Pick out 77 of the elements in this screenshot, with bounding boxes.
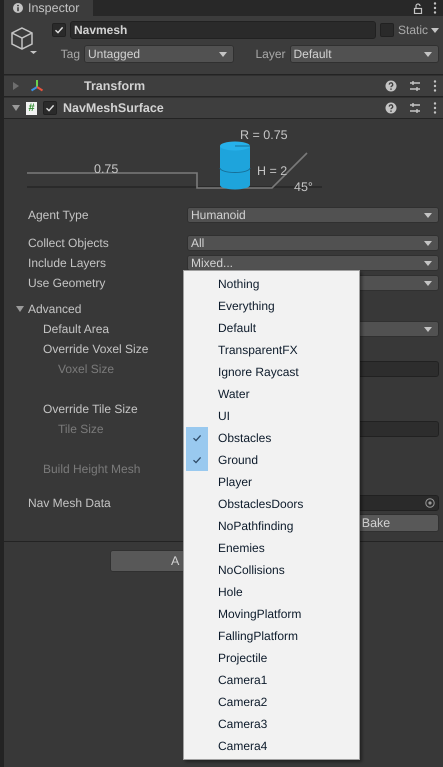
radius-label: R = 0.75 [240, 128, 288, 142]
lock-icon[interactable] [413, 2, 423, 14]
checkbox[interactable] [52, 23, 66, 37]
object-picker-icon[interactable] [425, 498, 435, 508]
axes-icon [30, 79, 44, 93]
dropdown-arrow-icon [424, 260, 432, 266]
collapse-arrow-icon[interactable] [12, 104, 20, 112]
info-icon [13, 3, 23, 13]
property-label: Override Voxel Size [43, 342, 148, 356]
property-label: Default Area [43, 322, 110, 336]
collapse-arrow-icon[interactable] [16, 305, 24, 313]
menu-item[interactable]: ObstaclesDoors [184, 493, 359, 515]
more-icon[interactable] [433, 2, 437, 14]
menu-item[interactable]: Ground [184, 449, 359, 471]
menu-item[interactable]: Camera2 [184, 691, 359, 713]
sliders-icon[interactable] [409, 102, 421, 114]
dropdown-arrow-icon [424, 326, 432, 332]
dropdown-arrow-icon [424, 240, 432, 246]
property-label: Build Height Mesh [43, 462, 140, 476]
menu-item[interactable]: Projectile [184, 647, 359, 669]
menu-item[interactable]: NoCollisions [184, 559, 359, 581]
menu-item[interactable]: Hole [184, 581, 359, 603]
name-field[interactable]: Navmesh [70, 21, 376, 39]
property-label: Override Tile Size [43, 402, 138, 416]
dropdown-arrow-icon [431, 28, 439, 32]
checkbox[interactable] [380, 23, 394, 37]
sliders-icon[interactable] [409, 80, 421, 92]
menu-item[interactable]: Enemies [184, 537, 359, 559]
tag-label: Tag [60, 47, 80, 61]
component-title: Transform [84, 79, 146, 93]
menu-item[interactable]: Camera3 [184, 713, 359, 735]
help-icon[interactable] [385, 80, 397, 92]
menu-item[interactable]: UI [184, 405, 359, 427]
layer-label: Layer [254, 47, 286, 61]
menu-item[interactable]: Camera4 [184, 735, 359, 757]
step-label: 0.75 [94, 162, 118, 176]
component-header[interactable]: Transform [4, 75, 443, 97]
menu-item[interactable]: MovingPlatform [184, 603, 359, 625]
menu-item[interactable]: Ignore Raycast [184, 361, 359, 383]
more-icon[interactable] [433, 80, 437, 92]
inspector-tab[interactable]: Inspector [4, 0, 94, 16]
property-label: Include Layers [28, 256, 106, 270]
section-label[interactable]: Advanced [28, 302, 82, 316]
component-title: NavMeshSurface [63, 101, 164, 115]
script-icon: # [26, 102, 37, 114]
property-label: Nav Mesh Data [28, 496, 111, 510]
menu-item[interactable]: Camera1 [184, 669, 359, 691]
dropdown[interactable]: All [187, 235, 439, 251]
property-label: Agent Type [28, 208, 88, 222]
dropdown-arrow-icon [424, 280, 432, 286]
layer-dropdown[interactable]: Default [290, 45, 439, 63]
help-icon[interactable] [385, 102, 397, 114]
menu-item[interactable]: Everything [184, 295, 359, 317]
dropdown[interactable]: Mixed... [187, 255, 439, 271]
menu-item[interactable]: Water [184, 383, 359, 405]
property-label: Use Geometry [28, 276, 106, 290]
static-dropdown[interactable]: Static [398, 23, 439, 37]
menu-item[interactable]: Nothing [184, 273, 359, 295]
dropdown-arrow-icon [218, 52, 226, 56]
component-header[interactable]: # NavMeshSurface [4, 97, 443, 119]
menu-item[interactable]: Default [184, 317, 359, 339]
more-icon[interactable] [433, 102, 437, 114]
menu-item[interactable]: TransparentFX [184, 339, 359, 361]
menu-item[interactable]: FallingPlatform [184, 625, 359, 647]
tag-dropdown[interactable]: Untagged [84, 45, 234, 63]
dropdown-arrow-icon [424, 52, 432, 56]
checkbox[interactable] [43, 101, 57, 115]
slope-label: 45° [294, 180, 313, 194]
menu-item[interactable]: Obstacles [184, 427, 359, 449]
cylinder-drawing [220, 142, 250, 190]
property-label: Tile Size [58, 422, 104, 436]
menu-item[interactable]: Player [184, 471, 359, 493]
dropdown-arrow-icon [424, 212, 432, 218]
property-label: Collect Objects [28, 236, 109, 250]
dropdown[interactable]: Humanoid [187, 207, 439, 223]
property-label: Voxel Size [58, 362, 114, 376]
height-label: H = 2 [257, 164, 288, 178]
